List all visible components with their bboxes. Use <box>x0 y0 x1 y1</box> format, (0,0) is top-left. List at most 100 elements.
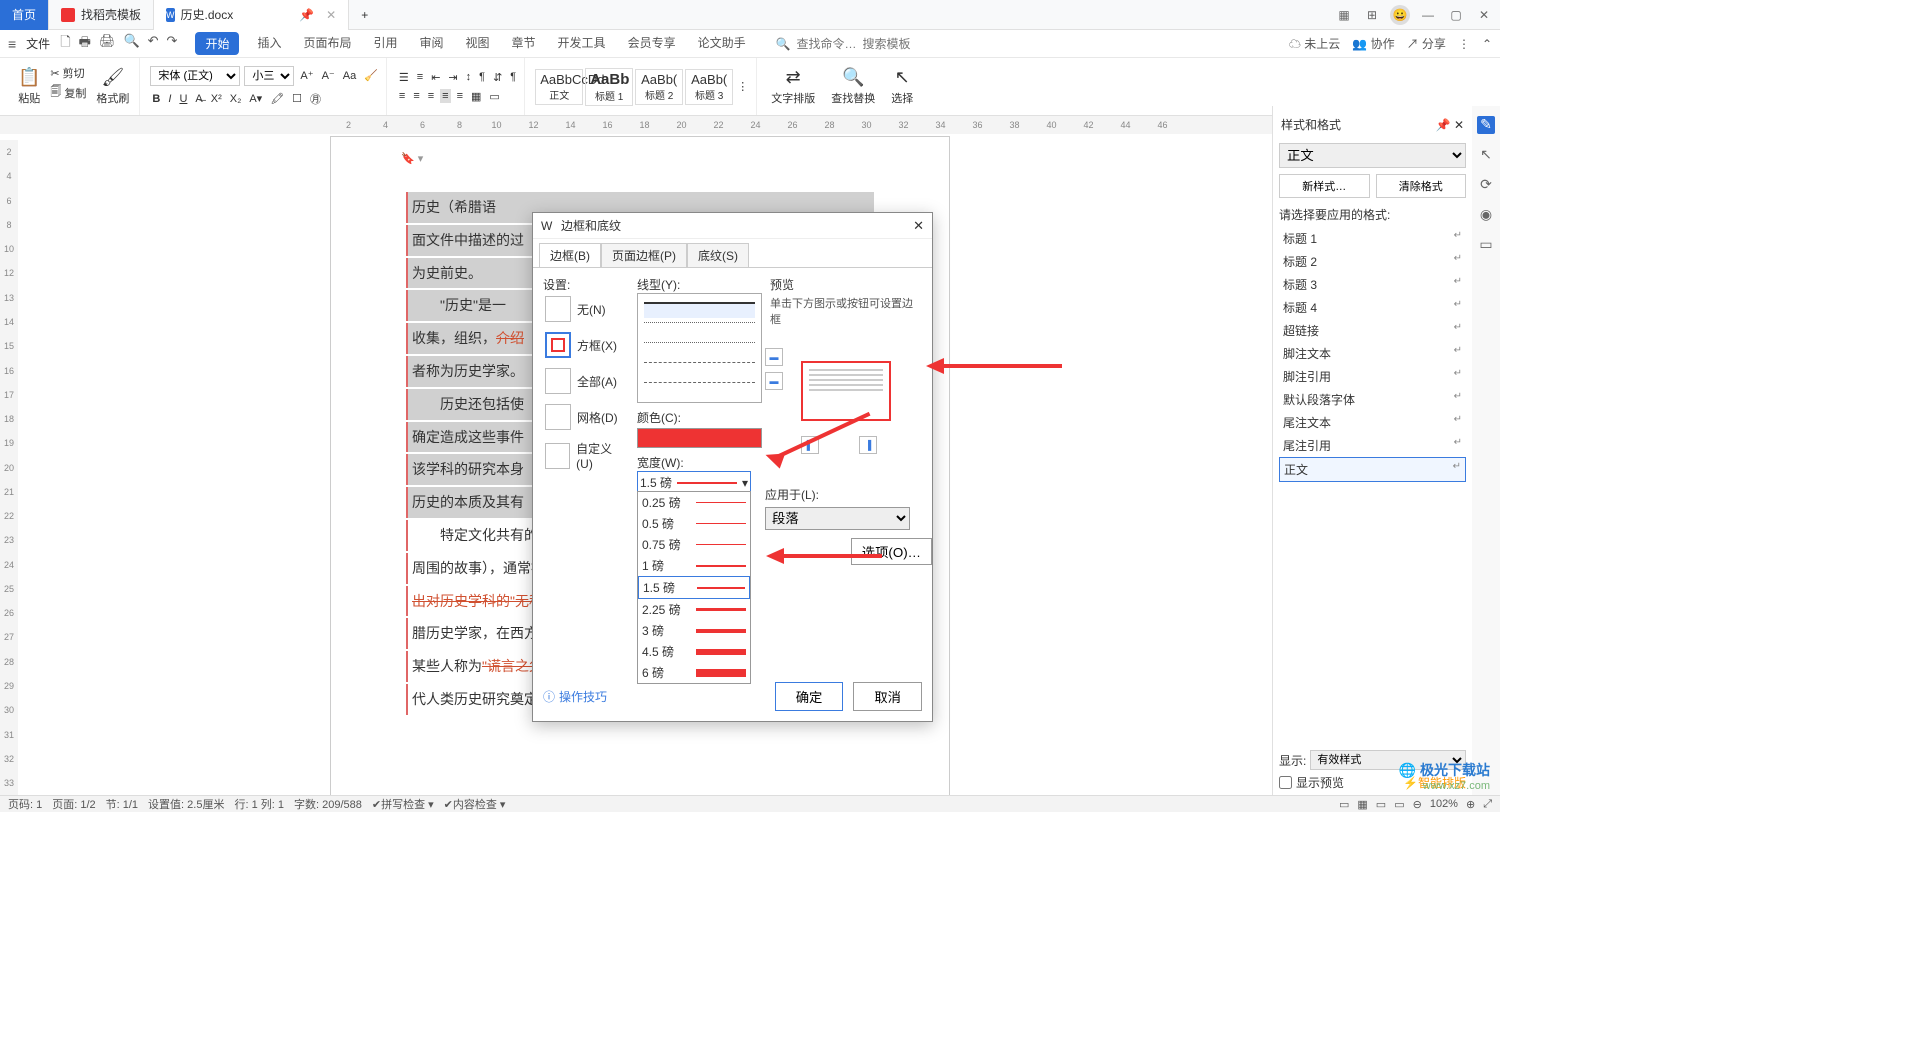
tab-pin-icon[interactable]: 📌 <box>299 8 314 22</box>
dialog-tab-border[interactable]: 边框(B) <box>539 243 601 267</box>
align-left-icon[interactable]: ≡ <box>397 89 407 103</box>
tab-close-icon[interactable]: ✕ <box>326 8 336 22</box>
side-edit-icon[interactable]: ✎ <box>1477 116 1495 134</box>
width-combo[interactable]: 1.5 磅▾ 0.25 磅0.5 磅0.75 磅1 磅1.5 磅2.25 磅3 … <box>637 471 751 494</box>
ok-button[interactable]: 确定 <box>775 682 844 711</box>
shrink-font-icon[interactable]: A⁻ <box>320 68 337 83</box>
shading-icon[interactable]: ▦ <box>469 89 483 104</box>
ribbon-tab-insert[interactable]: 插入 <box>253 32 285 55</box>
ribbon-tab-review[interactable]: 审阅 <box>416 32 448 55</box>
share-button[interactable]: ↗ 分享 <box>1407 35 1446 52</box>
edge-bottom-button[interactable]: ▬ <box>765 372 783 390</box>
save-icon[interactable]: 🖶 <box>79 33 91 55</box>
sort-icon[interactable]: ↕ <box>464 70 474 84</box>
highlight-icon[interactable]: 🖍 <box>268 91 286 106</box>
border-icon[interactable]: ▭ <box>487 89 501 104</box>
menu-more-icon[interactable]: ⋮ <box>1458 37 1470 51</box>
grow-font-icon[interactable]: A⁺ <box>298 68 315 83</box>
apply-combo[interactable]: 段落 <box>765 507 910 530</box>
linetype-list[interactable] <box>637 293 762 403</box>
width-option[interactable]: 1.5 磅 <box>638 576 750 599</box>
strike-icon[interactable]: A̶ <box>193 92 204 106</box>
avatar-icon[interactable]: 😀 <box>1390 5 1410 25</box>
style-list-item[interactable]: 标题 3↵ <box>1279 273 1466 296</box>
italic-icon[interactable]: I <box>166 92 173 106</box>
status-page[interactable]: 页码: 1 <box>8 796 42 812</box>
status-setvalue[interactable]: 设置值: 2.5厘米 <box>148 796 224 812</box>
close-window-icon[interactable]: ✕ <box>1474 5 1494 25</box>
panel-pin-icon[interactable]: 📌 <box>1436 118 1451 132</box>
style-list-item[interactable]: 尾注文本↵ <box>1279 411 1466 434</box>
style-list-item[interactable]: 标题 2↵ <box>1279 250 1466 273</box>
tab-add[interactable]: + <box>349 0 380 30</box>
setting-none[interactable]: 无(N) <box>543 293 629 325</box>
char-border-icon[interactable]: ☐ <box>290 91 304 106</box>
zoom-level[interactable]: 102% <box>1430 798 1458 810</box>
status-section[interactable]: 节: 1/1 <box>106 796 138 812</box>
tab-document[interactable]: W 历史.docx 📌 ✕ <box>154 0 349 30</box>
show-combo[interactable]: 有效样式 <box>1310 750 1466 770</box>
spacing-icon[interactable]: ⇵ <box>491 70 504 85</box>
status-content[interactable]: ✔内容检查 ▾ <box>444 796 506 812</box>
undo-icon[interactable]: ↶ <box>148 33 159 55</box>
phonetic-icon[interactable]: ㊊ <box>308 90 323 108</box>
fullscreen-icon[interactable]: ⤢ <box>1483 798 1492 811</box>
width-option[interactable]: 0.75 磅 <box>638 534 750 555</box>
sub-icon[interactable]: X₂ <box>228 92 244 106</box>
hamburger-icon[interactable]: ≡ <box>8 36 16 52</box>
style-list-item[interactable]: 超链接↵ <box>1279 319 1466 342</box>
preview-icon[interactable]: 🔍 <box>123 33 139 55</box>
edge-top-button[interactable]: ▬ <box>765 348 783 366</box>
line-option[interactable] <box>644 322 755 338</box>
side-location-icon[interactable]: ◉ <box>1477 206 1495 224</box>
style-list-item[interactable]: 默认段落字体↵ <box>1279 388 1466 411</box>
ribbon-tab-start[interactable]: 开始 <box>195 32 239 55</box>
justify-icon[interactable]: ≡ <box>440 89 450 103</box>
align-right-icon[interactable]: ≡ <box>426 89 436 103</box>
width-option[interactable]: 2.25 磅 <box>638 599 750 620</box>
style-normal[interactable]: AaBbCcDd正文 <box>535 69 583 105</box>
outdent-icon[interactable]: ⇤ <box>429 70 442 85</box>
new-style-button[interactable]: 新样式… <box>1279 174 1370 198</box>
ribbon-tab-layout[interactable]: 页面布局 <box>299 32 355 55</box>
options-button[interactable]: 选项(O)… <box>851 538 932 565</box>
tip-link[interactable]: ⓘ 操作技巧 <box>543 688 607 705</box>
ribbon-tab-view[interactable]: 视图 <box>462 32 494 55</box>
case-icon[interactable]: Aa <box>341 69 358 83</box>
edge-right-button[interactable]: ▐ <box>859 436 877 454</box>
clear-format-button[interactable]: 清除格式 <box>1376 174 1467 198</box>
status-words[interactable]: 字数: 209/588 <box>294 796 362 812</box>
preview-checkbox[interactable] <box>1279 776 1292 789</box>
setting-box[interactable]: 方框(X) <box>543 329 629 361</box>
dialog-close-icon[interactable]: ✕ <box>913 218 924 234</box>
smart-layout-link[interactable]: ⚡智能排版 <box>1403 774 1466 791</box>
font-size-combo[interactable]: 小三 <box>244 66 294 86</box>
print-icon[interactable]: 🖨 <box>99 33 116 55</box>
status-line[interactable]: 行: 1 列: 1 <box>234 796 284 812</box>
side-select-icon[interactable]: ↖ <box>1477 146 1495 164</box>
tab-home[interactable]: 首页 <box>0 0 49 30</box>
line-spacing-icon[interactable]: ¶ <box>477 70 487 84</box>
preview-checkbox-label[interactable]: 显示预览 ⚡智能排版 <box>1279 774 1466 791</box>
style-h1[interactable]: AaBb标题 1 <box>585 68 633 106</box>
line-option[interactable] <box>644 302 755 318</box>
status-pages[interactable]: 页面: 1/2 <box>52 796 95 812</box>
font-name-combo[interactable]: 宋体 (正文) <box>150 66 240 86</box>
layout-icon[interactable]: ▦ <box>1334 5 1354 25</box>
color-combo[interactable] <box>637 428 762 448</box>
view-mode-icon[interactable]: ▭ <box>1394 798 1404 811</box>
style-list-item[interactable]: 脚注文本↵ <box>1279 342 1466 365</box>
new-icon[interactable]: 🗋 <box>60 33 70 55</box>
style-list-item[interactable]: 脚注引用↵ <box>1279 365 1466 388</box>
super-icon[interactable]: X² <box>209 92 224 106</box>
view-mode-icon[interactable]: ▦ <box>1357 798 1367 811</box>
clear-format-icon[interactable]: 🧹 <box>362 68 380 83</box>
cut-button[interactable]: ✂ 剪切 <box>48 64 88 82</box>
view-mode-icon[interactable]: ▭ <box>1376 798 1386 811</box>
side-refresh-icon[interactable]: ⟳ <box>1477 176 1495 194</box>
cloud-status[interactable]: ☁ 未上云 <box>1289 35 1340 52</box>
numbering-icon[interactable]: ≡ <box>415 70 425 84</box>
distribute-icon[interactable]: ≡ <box>455 89 465 103</box>
styles-more-icon[interactable]: ⋮ <box>735 79 750 94</box>
line-option[interactable] <box>644 362 755 378</box>
